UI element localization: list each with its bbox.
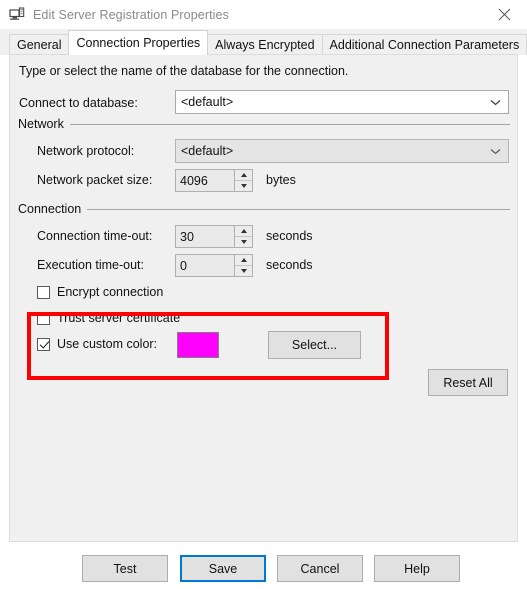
network-packet-size-label: Network packet size: [37, 173, 153, 187]
server-computer-icon [9, 6, 25, 23]
help-button[interactable]: Help [374, 555, 460, 582]
cancel-button[interactable]: Cancel [277, 555, 363, 582]
test-button[interactable]: Test [82, 555, 168, 582]
network-protocol-label: Network protocol: [37, 144, 135, 158]
connection-timeout-stepper[interactable]: 30 [175, 225, 253, 248]
connection-timeout-label: Connection time-out: [37, 229, 153, 243]
use-custom-color-checkbox-row[interactable]: Use custom color: [37, 337, 157, 351]
stepper-up-icon[interactable] [235, 170, 252, 181]
execution-timeout-stepper[interactable]: 0 [175, 254, 253, 277]
stepper-down-icon[interactable] [235, 237, 252, 247]
connection-timeout-value: 30 [180, 229, 194, 244]
network-packet-size-unit: bytes [266, 173, 296, 187]
tab-strip: General Connection Properties Always Enc… [0, 29, 527, 55]
window-title: Edit Server Registration Properties [33, 7, 229, 22]
encrypt-connection-label: Encrypt connection [57, 285, 164, 299]
execution-timeout-label: Execution time-out: [37, 258, 144, 272]
chevron-down-icon [490, 95, 501, 109]
connection-timeout-unit: seconds [266, 229, 313, 243]
panel-intro-text: Type or select the name of the database … [19, 64, 349, 78]
use-custom-color-checkbox[interactable] [37, 337, 50, 351]
trust-server-certificate-label: Trust server certificate [57, 311, 181, 325]
reset-all-button[interactable]: Reset All [428, 369, 508, 396]
chevron-down-icon [490, 144, 501, 158]
group-divider [69, 123, 510, 125]
stepper-arrows[interactable] [234, 226, 252, 247]
connection-group-header: Connection [18, 202, 510, 216]
group-divider [87, 208, 510, 210]
encrypt-connection-checkbox[interactable] [37, 285, 50, 299]
network-protocol-value: <default> [181, 144, 234, 158]
network-group-header: Network [18, 117, 510, 131]
connection-properties-panel: Type or select the name of the database … [9, 54, 518, 542]
custom-color-swatch [177, 332, 219, 358]
stepper-up-icon[interactable] [235, 226, 252, 237]
connect-to-database-value: <default> [181, 95, 234, 109]
title-bar: Edit Server Registration Properties [0, 0, 527, 29]
tab-general[interactable]: General [9, 34, 70, 55]
select-color-button[interactable]: Select... [268, 331, 361, 359]
tab-always-encrypted[interactable]: Always Encrypted [207, 34, 323, 55]
stepper-arrows[interactable] [234, 255, 252, 276]
use-custom-color-label: Use custom color: [57, 337, 158, 351]
save-button[interactable]: Save [180, 555, 266, 582]
network-packet-size-stepper[interactable]: 4096 [175, 169, 253, 192]
connect-to-database-combo[interactable]: <default> [175, 90, 509, 114]
stepper-down-icon[interactable] [235, 266, 252, 276]
execution-timeout-unit: seconds [266, 258, 313, 272]
tab-connection-properties[interactable]: Connection Properties [68, 30, 209, 55]
stepper-up-icon[interactable] [235, 255, 252, 266]
network-packet-size-value: 4096 [180, 173, 208, 188]
encrypt-connection-checkbox-row[interactable]: Encrypt connection [37, 285, 163, 299]
stepper-arrows[interactable] [234, 170, 252, 191]
tab-additional-connection-parameters[interactable]: Additional Connection Parameters [321, 34, 527, 55]
network-group-title: Network [18, 117, 64, 131]
trust-server-certificate-checkbox[interactable] [37, 311, 50, 325]
connect-to-database-label: Connect to database: [19, 96, 138, 110]
stepper-down-icon[interactable] [235, 181, 252, 191]
network-protocol-combo[interactable]: <default> [175, 139, 509, 163]
execution-timeout-value: 0 [180, 258, 187, 273]
close-icon[interactable] [481, 0, 527, 29]
connection-group-title: Connection [18, 202, 82, 216]
trust-server-certificate-checkbox-row[interactable]: Trust server certificate [37, 311, 180, 325]
